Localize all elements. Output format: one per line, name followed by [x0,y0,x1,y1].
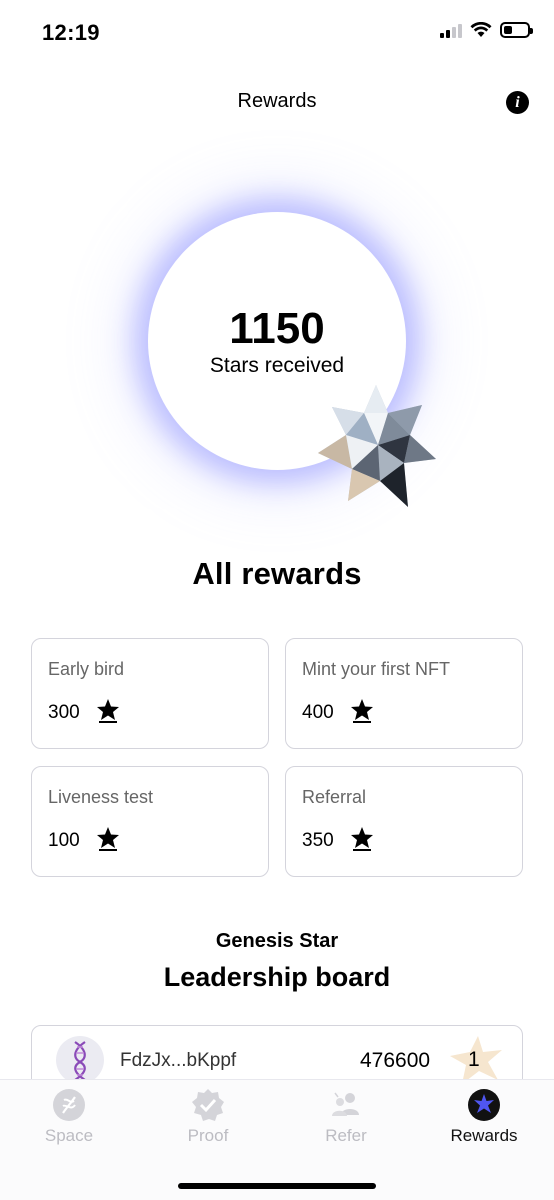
people-icon [332,1092,359,1116]
tab-label: Space [44,1126,94,1145]
dna-icon [53,1089,85,1121]
reward-label: Referral [302,787,367,807]
tab-rewards[interactable]: Rewards [424,1088,544,1146]
reward-value: 350 [302,830,334,851]
reward-card-referral[interactable]: Referral 350 [285,766,523,877]
leaderboard-subtitle: Genesis Star [215,930,339,952]
leaderboard-rank: 1 [468,1048,480,1071]
star-icon [97,827,119,851]
leaderboard-address: FdzJx...bKppf [120,1050,237,1071]
leaderboard-title: Leadership board [163,962,391,992]
reward-value: 400 [302,702,334,723]
tab-label: Refer [325,1126,367,1145]
status-icons [440,22,533,38]
home-indicator [178,1183,376,1189]
info-glyph: i [515,93,520,111]
leaderboard-score: 476600 [360,1049,431,1072]
reward-card-liveness-test[interactable]: Liveness test 100 [31,766,269,877]
crystal-star-icon [318,385,436,507]
dna-icon [74,1041,86,1081]
info-icon[interactable]: i [506,91,529,114]
status-time: 12:19 [42,20,100,45]
status-bar: 12:19 [0,0,554,66]
rewards-grid: Early bird 300 Mint your first NFT 400 L… [31,638,523,878]
page-title: Rewards [237,90,317,112]
tab-refer[interactable]: Refer [286,1088,406,1146]
reward-card-mint-nft[interactable]: Mint your first NFT 400 [285,638,523,749]
star-icon [97,699,119,723]
battery-icon [500,22,533,38]
tab-bar: Space Proof Refer Rewards [0,1079,554,1200]
all-rewards-title: All rewards [192,556,362,591]
tab-proof[interactable]: Proof [148,1088,268,1146]
wifi-icon [470,22,492,37]
battery-level [504,26,512,34]
reward-label: Liveness test [48,787,154,807]
reward-value: 100 [48,830,80,851]
badge-check-icon [192,1089,224,1121]
reward-card-early-bird[interactable]: Early bird 300 [31,638,269,749]
cellular-signal-icon [440,22,462,38]
reward-value: 300 [48,702,80,723]
star-icon [468,1089,500,1121]
star-icon [351,699,373,723]
reward-label: Mint your first NFT [302,659,451,679]
tab-label: Proof [187,1126,229,1145]
avatar [56,1036,104,1084]
tab-space[interactable]: Space [9,1088,129,1146]
tab-label: Rewards [450,1126,518,1145]
reward-label: Early bird [48,659,125,679]
stars-label: Stars received [209,354,345,377]
stars-count: 1150 [229,304,325,353]
star-icon [351,827,373,851]
